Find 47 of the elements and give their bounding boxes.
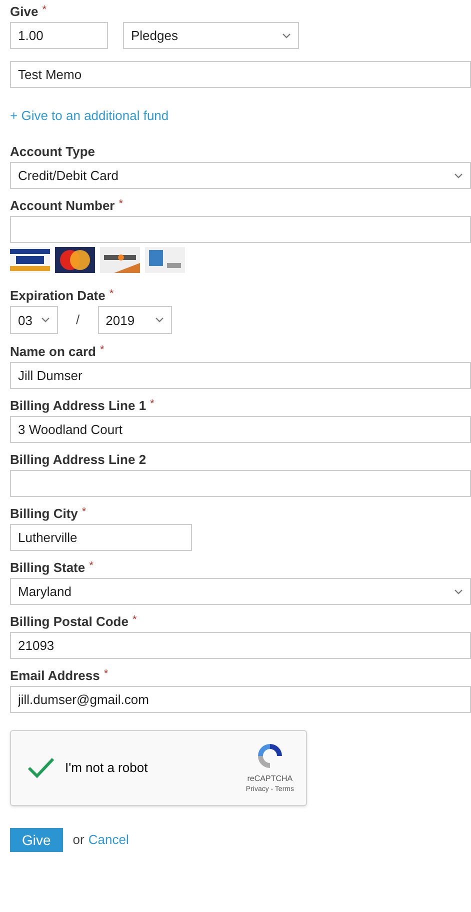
field-label: Billing Address Line 1 (10, 398, 146, 414)
memo-field[interactable]: Test Memo (10, 61, 471, 88)
card-logo-icon (55, 247, 95, 273)
field-label: Account Number (10, 198, 115, 214)
field-label: Billing City (10, 506, 78, 522)
required-asterisk: * (104, 668, 108, 680)
required-asterisk: * (82, 506, 86, 518)
input-field[interactable]: Jill Dumser (10, 362, 471, 389)
field-label: Name on card (10, 344, 96, 360)
required-asterisk: * (100, 344, 104, 356)
field-label: Expiration Date (10, 288, 106, 304)
amount-field[interactable]: 1.00 (10, 22, 108, 49)
field-label: Email Address (10, 668, 100, 684)
required-asterisk: * (109, 288, 114, 300)
fund-select[interactable]: Pledges (123, 22, 299, 49)
required-asterisk: * (150, 398, 154, 410)
required-asterisk: * (118, 198, 124, 210)
chevron-down-icon (282, 32, 291, 38)
field-label: Account Type (10, 144, 95, 160)
input-field[interactable] (10, 470, 471, 497)
or-text: or (72, 831, 84, 850)
input-field[interactable]: jill.dumser@gmail.com (10, 686, 471, 713)
card-logo-icon (145, 247, 185, 273)
captcha-brand: reCAPTCHA (247, 772, 293, 785)
field-label: Billing Postal Code (10, 614, 128, 630)
required-asterisk: * (132, 614, 137, 626)
chevron-down-icon (454, 172, 463, 178)
required-asterisk: * (42, 4, 46, 16)
date-separator: / (76, 311, 80, 330)
input-field[interactable] (10, 216, 471, 243)
month-select[interactable]: 03 (10, 306, 58, 334)
card-logo-icon (10, 247, 50, 273)
year-select[interactable]: 2019 (98, 306, 172, 334)
card-logo-icon (100, 247, 140, 273)
required-asterisk: * (89, 560, 94, 572)
chevron-down-icon (454, 588, 463, 594)
captcha-label: I'm not a robot (65, 759, 148, 778)
field-label: Give (10, 4, 38, 20)
chevron-down-icon (154, 317, 164, 323)
chevron-down-icon (41, 317, 50, 323)
input-field[interactable]: 3 Woodland Court (10, 416, 471, 443)
field-label: Billing State (10, 560, 86, 576)
select-field[interactable]: Maryland (10, 578, 471, 605)
input-field[interactable]: Lutherville (10, 524, 192, 551)
select-field[interactable]: Credit/Debit Card (10, 162, 471, 189)
input-field[interactable]: 21093 (10, 632, 471, 659)
field-label: Billing Address Line 2 (10, 452, 146, 468)
